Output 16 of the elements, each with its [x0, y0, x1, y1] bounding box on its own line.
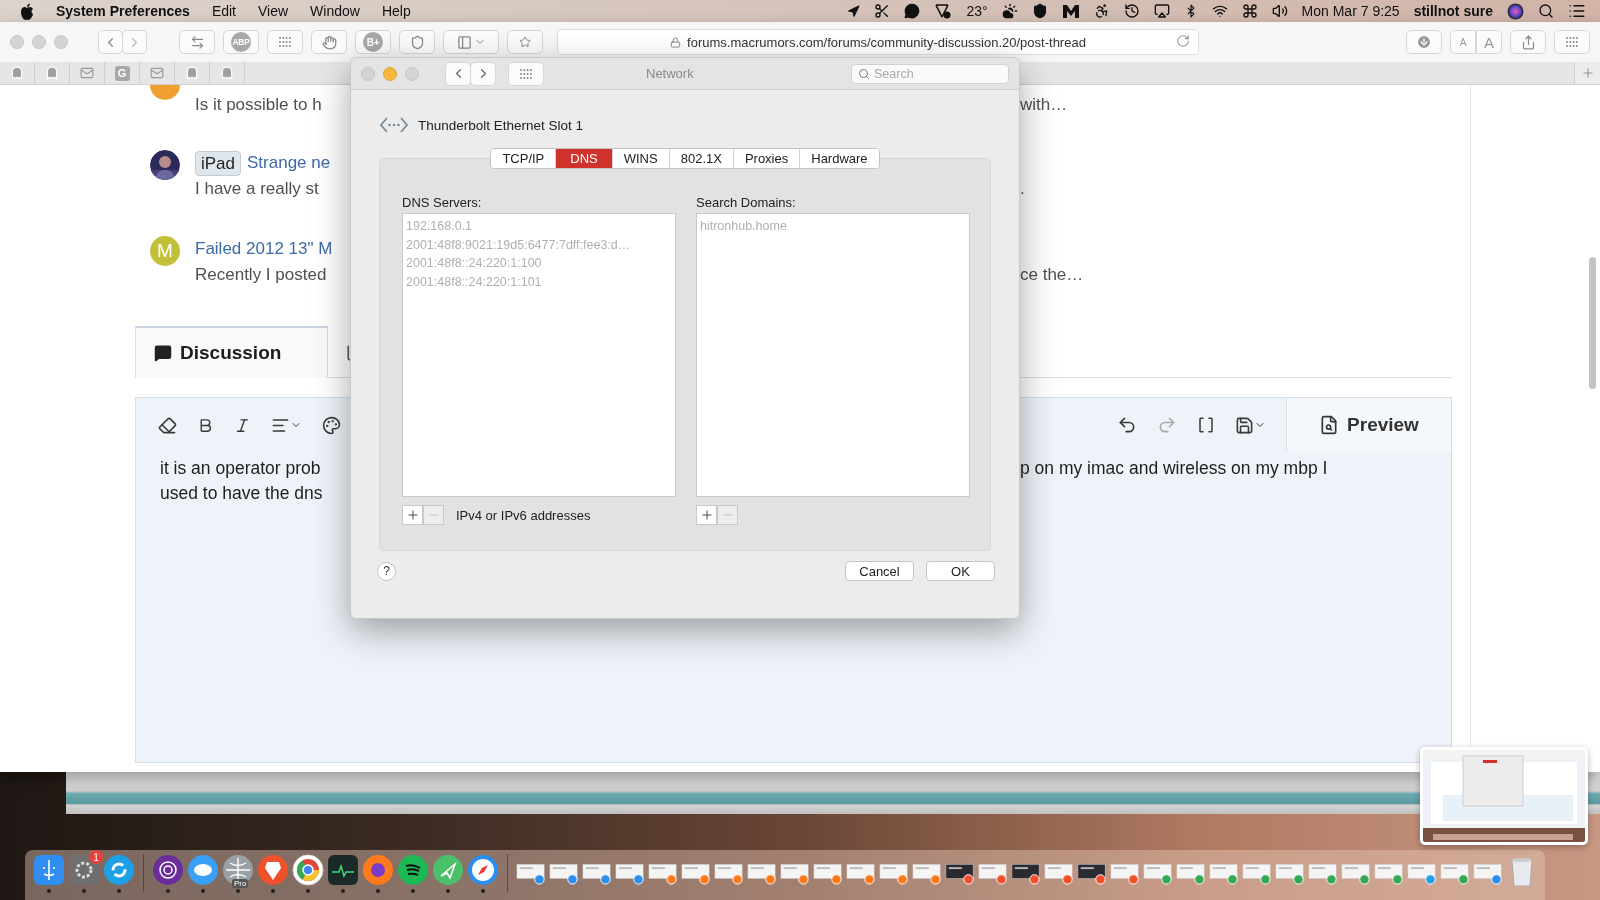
editor-text: it is an operator prob [160, 457, 322, 480]
interface-name: Thunderbolt Ethernet Slot 1 [418, 117, 584, 133]
thread-excerpt: I have a really st [195, 178, 320, 200]
list-label: DNS Servers: [402, 195, 483, 212]
app-caption: Pro [232, 879, 249, 888]
thread-excerpt: with… [1020, 94, 1069, 116]
notification-badge: 1 [89, 850, 103, 864]
editor-text: used to have the dns [160, 482, 324, 505]
hint-text: IPv4 or IPv6 addresses [456, 507, 591, 523]
thread-excerpt: Is it possible to h [195, 94, 323, 116]
thread-excerpt: Recently I posted [195, 264, 328, 286]
thread-excerpt: . [1020, 178, 1026, 200]
editor-text: p on my imac and wireless on my mbp I [1020, 457, 1329, 480]
window-title: Network [646, 66, 694, 81]
thread-excerpt: ce the… [1020, 264, 1085, 286]
list-label: Search Domains: [696, 195, 797, 212]
